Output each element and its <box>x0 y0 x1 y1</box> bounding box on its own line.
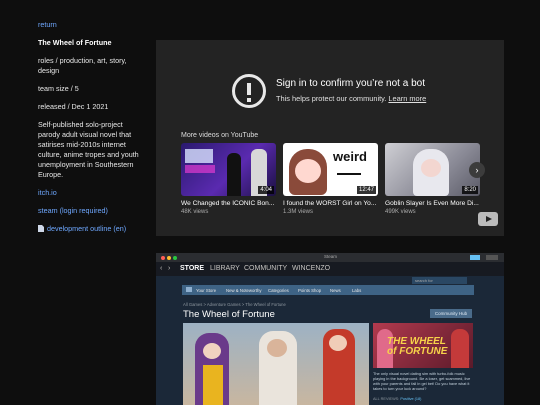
project-title: The Wheel of Fortune <box>38 38 112 47</box>
character-face <box>329 335 347 351</box>
game-screenshot <box>183 323 369 405</box>
capsule-logo-line: of FORTUNE <box>387 346 448 357</box>
thumb-text: weird <box>333 149 367 164</box>
document-icon <box>38 225 44 232</box>
video-thumbnail[interactable]: 4:04 <box>181 143 276 196</box>
character-face <box>203 343 221 359</box>
minimize-dot-icon <box>167 256 171 260</box>
thumb-anime-face <box>295 159 321 183</box>
window-title: Steam <box>324 254 338 259</box>
nav-community: COMMUNITY <box>244 265 288 272</box>
return-link[interactable]: return <box>38 20 146 30</box>
project-roles: roles / production, art, story, design <box>38 56 127 75</box>
youtube-logo-icon[interactable] <box>478 212 498 226</box>
video-thumbnail[interactable]: 8:20 <box>385 143 480 196</box>
outline-link-label: development outline (en) <box>47 224 127 233</box>
nav-user: WINCENZO <box>292 265 331 272</box>
video-title[interactable]: Goblin Slayer Is Even More Di... <box>385 200 480 207</box>
game-description: The only visual novel dating sim with tu… <box>373 371 471 391</box>
close-dot-icon <box>161 256 165 260</box>
outline-link[interactable]: development outline (en) <box>38 224 146 234</box>
alert-icon <box>232 74 266 108</box>
game-capsule: THE WHEEL of FORTUNE <box>373 323 473 368</box>
breadcrumb: All Games > Adventure Games > The Wheel … <box>183 302 286 307</box>
bot-check-message: This helps protect our community. <box>276 94 387 103</box>
release-date: released / Dec 1 2021 <box>38 102 109 111</box>
team-size: team size / 5 <box>38 84 79 93</box>
video-title[interactable]: We Changed the ICONIC Bon... <box>181 200 276 207</box>
learn-more-link[interactable]: Learn more <box>388 94 426 103</box>
nav-store: STORE <box>180 265 204 272</box>
back-icon: ‹ <box>160 265 163 272</box>
thumb-banner <box>185 165 215 173</box>
video-card[interactable]: 4:04 We Changed the ICONIC Bon... 48K vi… <box>181 143 276 215</box>
video-card[interactable]: 8:20 Goblin Slayer Is Even More Di... 49… <box>385 143 480 215</box>
capsule-character <box>451 329 469 368</box>
window-titlebar: Steam <box>156 253 504 262</box>
review-label: ALL REVIEWS: <box>373 397 400 401</box>
steam-link[interactable]: steam (login required) <box>38 206 146 216</box>
thumb-logo <box>185 149 213 163</box>
subnav-item: Categories <box>268 288 289 293</box>
youtube-embed[interactable]: Sign in to confirm you’re not a bot This… <box>156 40 504 236</box>
subnav-item: Labs <box>352 288 362 293</box>
arrow-icon <box>337 173 361 175</box>
game-title: The Wheel of Fortune <box>183 309 275 320</box>
chevron-right-icon[interactable]: › <box>469 162 485 178</box>
community-hub-button: Community Hub <box>430 309 472 318</box>
video-views: 48K views <box>181 209 209 215</box>
subnav-item: News <box>330 288 341 293</box>
video-card[interactable]: weird 12:47 I found the WORST Girl on Yo… <box>283 143 378 215</box>
video-duration: 12:47 <box>356 186 376 194</box>
video-duration: 4:04 <box>258 186 274 194</box>
video-views: 499K views <box>385 209 416 215</box>
steam-nav: ‹ › STORE LIBRARY COMMUNITY WINCENZO <box>156 262 504 276</box>
project-description: Self-published solo-project parody adult… <box>38 120 139 179</box>
steam-store-screenshot: Steam ‹ › STORE LIBRARY COMMUNITY WINCEN… <box>156 253 504 405</box>
review-value: Positive (18) <box>400 397 422 401</box>
steam-search: search for <box>412 277 467 284</box>
subnav-item: New & Noteworthy <box>226 288 262 293</box>
maximize-dot-icon <box>173 256 177 260</box>
itch-link[interactable]: itch.io <box>38 188 146 198</box>
video-thumbnail[interactable]: weird 12:47 <box>283 143 378 196</box>
video-duration: 8:20 <box>462 186 478 194</box>
subnav-item: Points Shop <box>298 288 322 293</box>
bot-check-subtext: This helps protect our community. Learn … <box>276 94 426 103</box>
more-videos-label: More videos on YouTube <box>181 132 259 139</box>
character-outfit <box>203 365 223 405</box>
account-icon <box>486 255 498 260</box>
video-views: 1.3M views <box>283 209 314 215</box>
steam-subnav: Your Store New & Noteworthy Categories P… <box>182 285 474 295</box>
store-icon <box>186 287 192 292</box>
forward-icon: › <box>168 265 171 272</box>
bot-check-heading: Sign in to confirm you’re not a bot <box>276 78 425 89</box>
thumb-person <box>227 153 241 196</box>
subnav-item: Your Store <box>196 288 217 293</box>
capsule-logo: THE WHEEL of FORTUNE <box>387 337 447 357</box>
project-sidebar: return The Wheel of Fortune roles / prod… <box>38 20 146 242</box>
review-summary: ALL REVIEWS: Positive (18) <box>373 397 421 401</box>
video-title[interactable]: I found the WORST Girl on Yo... <box>283 200 378 207</box>
character-face <box>267 339 287 357</box>
notification-icon <box>470 255 480 260</box>
thumb-anime-face <box>421 159 441 177</box>
nav-library: LIBRARY <box>210 265 240 272</box>
